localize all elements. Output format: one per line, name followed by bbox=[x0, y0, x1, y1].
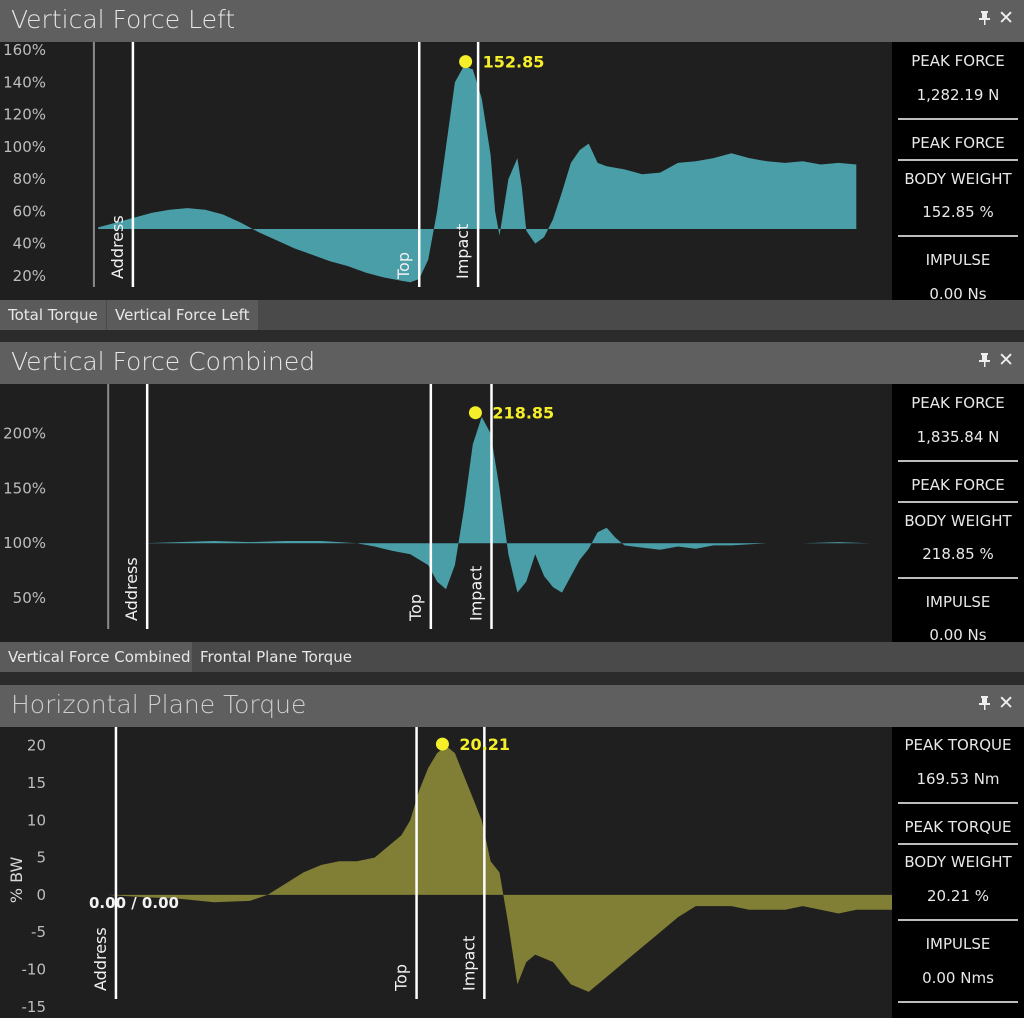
separator bbox=[898, 919, 1018, 921]
peak-force-label: PEAK FORCE bbox=[911, 52, 1005, 70]
tab-vertical-force-combined[interactable]: Vertical Force Combined bbox=[0, 642, 199, 672]
event-marker-label: Top bbox=[406, 594, 425, 622]
tab-bar: Vertical Force Combined Frontal Plane To… bbox=[0, 642, 1024, 672]
y-tick-label: 120% bbox=[3, 106, 46, 124]
peak-value-label: 20.21 bbox=[459, 735, 510, 754]
cursor-readout: 0.00 / 0.00 bbox=[89, 894, 179, 912]
separator bbox=[898, 235, 1018, 237]
panel-vertical-force-combined: Vertical Force Combined ✕ 200% 150% 100% 50… bbox=[0, 342, 1024, 680]
y-tick-label: 160% bbox=[3, 42, 46, 59]
tab-bar: Total Torque Vertical Force Left bbox=[0, 300, 1024, 330]
peak-value-label: 218.85 bbox=[492, 404, 554, 423]
chart-plot-area: 20 15 10 5 0 -5 -10 -15 % BW Address Top Impact 20.2… bbox=[0, 727, 892, 1018]
y-tick-label: 60% bbox=[13, 202, 46, 220]
tab-frontal-plane-torque[interactable]: Frontal Plane Torque bbox=[192, 642, 360, 672]
impulse-value: 0.00 Nms bbox=[922, 969, 994, 987]
panel-title: Vertical Force Left bbox=[11, 5, 236, 34]
fraction-line bbox=[898, 501, 1018, 503]
y-axis-label: % BW bbox=[7, 857, 26, 904]
vertical-force-combined-chart: 200% 150% 100% 50% Address Top Impact 218.85 bbox=[3, 384, 870, 629]
y-tick-label: 0 bbox=[36, 886, 46, 904]
y-tick-label: -15 bbox=[22, 998, 47, 1016]
impulse-label: IMPULSE bbox=[925, 935, 991, 953]
close-icon[interactable]: ✕ bbox=[998, 692, 1014, 714]
y-tick-label: 15 bbox=[27, 774, 46, 792]
event-marker-label: Impact bbox=[466, 566, 485, 621]
vertical-force-left-chart: 160% 140% 120% 100% 80% 60% 40% 20% Address Top Im… bbox=[3, 42, 857, 287]
separator bbox=[898, 118, 1018, 120]
stats-sidebar: PEAK FORCE 1,835.84 N PEAK FORCE BODY WE… bbox=[892, 384, 1024, 644]
peak-torque-value: 169.53 Nm bbox=[916, 770, 1000, 788]
peak-marker[interactable] bbox=[459, 55, 473, 69]
peak-marker[interactable] bbox=[468, 406, 482, 420]
separator bbox=[898, 577, 1018, 579]
peak-force-value: 1,835.84 N bbox=[916, 428, 1000, 446]
event-marker-label: Top bbox=[394, 252, 413, 280]
ratio-top-label: PEAK TORQUE bbox=[904, 818, 1012, 836]
y-tick-label: -5 bbox=[31, 923, 46, 941]
peak-value-label: 152.85 bbox=[483, 53, 545, 72]
impulse-label: IMPULSE bbox=[925, 251, 991, 269]
y-tick-label: 150% bbox=[3, 479, 46, 497]
impulse-value: 0.00 Ns bbox=[929, 285, 987, 300]
peak-force-label: PEAK FORCE bbox=[911, 394, 1005, 412]
panel-title: Horizontal Plane Torque bbox=[11, 690, 307, 719]
peak-torque-label: PEAK TORQUE bbox=[904, 736, 1012, 754]
ratio-value: 152.85 % bbox=[922, 203, 994, 221]
y-tick-label: 140% bbox=[3, 73, 46, 91]
fraction-line bbox=[898, 159, 1018, 161]
impulse-label: IMPULSE bbox=[925, 593, 991, 611]
y-tick-label: 80% bbox=[13, 170, 46, 188]
event-marker-label: Address bbox=[122, 557, 141, 621]
horizontal-plane-torque-chart: 20 15 10 5 0 -5 -10 -15 % BW Address Top Impact 20.2… bbox=[7, 727, 892, 1016]
y-tick-label: 40% bbox=[13, 235, 46, 253]
separator bbox=[898, 1001, 1018, 1003]
y-tick-label: 20% bbox=[13, 267, 46, 285]
panel-titlebar[interactable]: Horizontal Plane Torque ✕ bbox=[0, 685, 1024, 727]
y-tick-label: 100% bbox=[3, 534, 46, 552]
close-icon[interactable]: ✕ bbox=[998, 7, 1014, 29]
panel-title: Vertical Force Combined bbox=[11, 347, 316, 376]
pin-icon[interactable] bbox=[979, 353, 990, 371]
y-tick-label: 100% bbox=[3, 138, 46, 156]
peak-marker[interactable] bbox=[435, 737, 449, 751]
y-tick-label: -10 bbox=[22, 961, 47, 979]
panel-titlebar[interactable]: Vertical Force Left ✕ bbox=[0, 0, 1024, 42]
series-area bbox=[71, 745, 892, 992]
ratio-top-label: PEAK FORCE bbox=[911, 134, 1005, 152]
ratio-top-label: PEAK FORCE bbox=[911, 476, 1005, 494]
y-tick-label: 5 bbox=[36, 849, 46, 867]
chart-plot-area: 200% 150% 100% 50% Address Top Impact 218.85 bbox=[0, 384, 892, 642]
close-icon[interactable]: ✕ bbox=[998, 349, 1014, 371]
ratio-bottom-label: BODY WEIGHT bbox=[904, 853, 1012, 871]
separator bbox=[898, 802, 1018, 804]
separator bbox=[898, 460, 1018, 462]
event-marker-label: Address bbox=[108, 215, 127, 279]
peak-force-value: 1,282.19 N bbox=[916, 86, 1000, 104]
ratio-value: 20.21 % bbox=[927, 887, 989, 905]
ratio-bottom-label: BODY WEIGHT bbox=[904, 170, 1012, 188]
pin-icon[interactable] bbox=[979, 11, 990, 29]
panel-titlebar[interactable]: Vertical Force Combined ✕ bbox=[0, 342, 1024, 384]
chart-plot-area: 160% 140% 120% 100% 80% 60% 40% 20% Address Top Im… bbox=[0, 42, 892, 300]
tab-vertical-force-left[interactable]: Vertical Force Left bbox=[107, 300, 258, 330]
ratio-value: 218.85 % bbox=[922, 545, 994, 563]
panel-vertical-force-left: Vertical Force Left ✕ 160% 140% 120% 100% 80… bbox=[0, 0, 1024, 338]
fraction-line bbox=[898, 843, 1018, 845]
event-marker-label: Top bbox=[392, 964, 411, 992]
y-tick-label: 10 bbox=[27, 811, 46, 829]
stats-sidebar: PEAK FORCE 1,282.19 N PEAK FORCE BODY WE… bbox=[892, 42, 1024, 300]
event-marker-label: Address bbox=[91, 927, 110, 991]
y-tick-label: 50% bbox=[13, 589, 46, 607]
y-tick-label: 20 bbox=[27, 737, 46, 755]
pin-icon[interactable] bbox=[979, 696, 990, 714]
event-marker-label: Impact bbox=[459, 936, 478, 991]
tab-total-torque[interactable]: Total Torque bbox=[0, 300, 106, 330]
y-tick-label: 200% bbox=[3, 424, 46, 442]
event-marker-label: Impact bbox=[453, 224, 472, 279]
stats-sidebar: PEAK TORQUE 169.53 Nm PEAK TORQUE BODY W… bbox=[892, 727, 1024, 1018]
ratio-bottom-label: BODY WEIGHT bbox=[904, 512, 1012, 530]
panel-horizontal-plane-torque: Horizontal Plane Torque ✕ 20 15 10 5 0 -5 -10 -… bbox=[0, 685, 1024, 1018]
